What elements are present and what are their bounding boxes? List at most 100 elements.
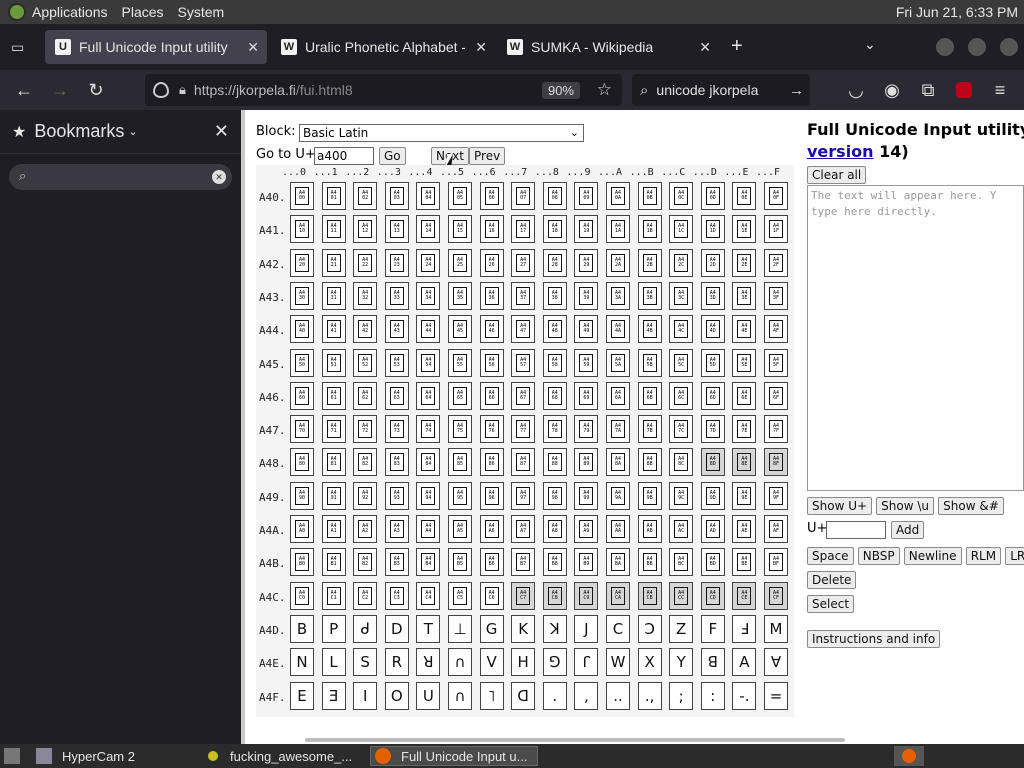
- char-cell-a4dd[interactable]: F: [700, 614, 725, 643]
- char-cell-a429[interactable]: A4 29: [574, 248, 599, 277]
- zoom-level-badge[interactable]: 90%: [541, 81, 580, 99]
- nbsp-button[interactable]: NBSP: [857, 547, 900, 565]
- char-cell-a43a[interactable]: A4 3A: [606, 281, 630, 310]
- char-cell-a499[interactable]: A4 99: [574, 481, 599, 510]
- char-cell-a44c[interactable]: A4 4C: [669, 315, 694, 344]
- search-bar[interactable]: ⌕ unicode jkorpela →: [632, 74, 810, 106]
- char-cell-a48d[interactable]: A4 8D: [700, 448, 725, 477]
- char-cell-a460[interactable]: A4 60: [290, 381, 314, 410]
- char-cell-a4ac[interactable]: A4 AC: [669, 515, 694, 543]
- char-cell-a47f[interactable]: A4 7F: [764, 415, 788, 444]
- char-cell-a484[interactable]: A4 84: [416, 448, 441, 477]
- char-cell-a461[interactable]: A4 61: [321, 381, 346, 410]
- char-cell-a4a8[interactable]: A4 A8: [542, 515, 567, 543]
- char-cell-a49c[interactable]: A4 9C: [669, 481, 694, 510]
- space-button[interactable]: Space: [807, 547, 854, 565]
- char-cell-a44f[interactable]: A4 4F: [764, 315, 788, 344]
- char-cell-a462[interactable]: A4 62: [353, 381, 378, 410]
- forward-arrow-icon[interactable]: →: [48, 78, 72, 102]
- task-file[interactable]: fucking_awesome_...: [204, 746, 364, 766]
- close-sidebar-icon[interactable]: ✕: [214, 121, 229, 142]
- char-cell-a4bd[interactable]: A4 BD: [700, 548, 725, 577]
- char-cell-a43e[interactable]: A4 3E: [732, 281, 757, 310]
- char-cell-a4da[interactable]: C: [606, 614, 630, 643]
- char-cell-a4d8[interactable]: ꓘ: [542, 614, 567, 643]
- char-cell-a455[interactable]: A4 55: [448, 348, 472, 377]
- char-cell-a478[interactable]: A4 78: [542, 415, 567, 444]
- char-cell-a400[interactable]: A4 00: [290, 182, 314, 210]
- char-cell-a4c8[interactable]: A4 C8: [542, 581, 567, 610]
- char-cell-a45a[interactable]: A4 5A: [606, 348, 630, 377]
- char-cell-a441[interactable]: A4 41: [321, 315, 346, 344]
- char-cell-a40c[interactable]: A4 0C: [669, 182, 694, 210]
- char-cell-a45f[interactable]: A4 5F: [764, 348, 788, 377]
- char-cell-a41e[interactable]: A4 1E: [732, 215, 757, 244]
- char-cell-a49f[interactable]: A4 9F: [764, 481, 788, 510]
- char-cell-a4a5[interactable]: A4 A5: [448, 515, 472, 543]
- char-cell-a4b0[interactable]: A4 B0: [290, 548, 314, 577]
- extensions-puzzle-icon[interactable]: ⧉: [916, 78, 940, 102]
- char-cell-a449[interactable]: A4 49: [574, 315, 599, 344]
- char-cell-a4b4[interactable]: A4 B4: [416, 548, 441, 577]
- char-cell-a437[interactable]: A4 37: [511, 281, 536, 310]
- site-shield-icon[interactable]: [153, 82, 169, 98]
- char-cell-a413[interactable]: A4 13: [384, 215, 409, 244]
- char-cell-a4e5[interactable]: ∩: [448, 648, 472, 677]
- char-cell-a4af[interactable]: A4 AF: [764, 515, 788, 543]
- char-cell-a4d1[interactable]: P: [321, 614, 346, 643]
- char-cell-a497[interactable]: A4 97: [511, 481, 536, 510]
- char-cell-a44a[interactable]: A4 4A: [606, 315, 630, 344]
- char-cell-a4de[interactable]: Ⅎ: [732, 614, 757, 643]
- system-menu[interactable]: System: [178, 4, 225, 20]
- char-cell-a421[interactable]: A4 21: [321, 248, 346, 277]
- sidebar-title[interactable]: Bookmarks: [34, 121, 124, 142]
- char-cell-a4ed[interactable]: ꓭ: [700, 648, 725, 677]
- char-cell-a468[interactable]: A4 68: [542, 381, 567, 410]
- char-cell-a4d3[interactable]: D: [384, 614, 409, 643]
- char-cell-a488[interactable]: A4 88: [542, 448, 567, 477]
- char-cell-a469[interactable]: A4 69: [574, 381, 599, 410]
- char-cell-a451[interactable]: A4 51: [321, 348, 346, 377]
- char-cell-a480[interactable]: A4 80: [290, 448, 314, 477]
- char-cell-a40f[interactable]: A4 0F: [764, 182, 788, 210]
- char-cell-a436[interactable]: A4 36: [479, 281, 504, 310]
- char-cell-a4ad[interactable]: A4 AD: [700, 515, 725, 543]
- char-cell-a4f3[interactable]: O: [384, 681, 409, 710]
- char-cell-a42a[interactable]: A4 2A: [606, 248, 630, 277]
- char-cell-a4f8[interactable]: .: [542, 681, 567, 710]
- char-cell-a4ba[interactable]: A4 BA: [606, 548, 630, 577]
- hamburger-menu-icon[interactable]: ≡: [988, 78, 1012, 102]
- char-cell-a418[interactable]: A4 18: [542, 215, 567, 244]
- char-cell-a495[interactable]: A4 95: [448, 481, 472, 510]
- window-maximize-icon[interactable]: [968, 38, 986, 56]
- char-cell-a412[interactable]: A4 12: [353, 215, 378, 244]
- char-cell-a435[interactable]: A4 35: [448, 281, 472, 310]
- char-cell-a467[interactable]: A4 67: [511, 381, 536, 410]
- char-cell-a45c[interactable]: A4 5C: [669, 348, 694, 377]
- char-cell-a4b1[interactable]: A4 B1: [321, 548, 346, 577]
- char-cell-a4c2[interactable]: A4 C2: [353, 581, 378, 610]
- char-cell-a41d[interactable]: A4 1D: [700, 215, 725, 244]
- tab-full-unicode[interactable]: U Full Unicode Input utility ✕: [45, 30, 267, 64]
- char-cell-a406[interactable]: A4 06: [479, 182, 504, 210]
- char-cell-a4d7[interactable]: K: [511, 614, 536, 643]
- char-cell-a4f0[interactable]: E: [290, 681, 314, 710]
- char-cell-a4a4[interactable]: A4 A4: [416, 515, 441, 543]
- char-cell-a486[interactable]: A4 86: [479, 448, 504, 477]
- char-cell-a485[interactable]: A4 85: [448, 448, 472, 477]
- char-cell-a49e[interactable]: A4 9E: [732, 481, 757, 510]
- char-cell-a4b2[interactable]: A4 B2: [353, 548, 378, 577]
- char-cell-a4f9[interactable]: ,: [574, 681, 599, 710]
- char-cell-a4d5[interactable]: ⊥: [448, 614, 472, 643]
- char-cell-a4ea[interactable]: W: [606, 648, 630, 677]
- char-cell-a4ce[interactable]: A4 CE: [732, 581, 757, 610]
- char-cell-a44b[interactable]: A4 4B: [637, 315, 662, 344]
- show-backslash-u-button[interactable]: Show \u: [876, 497, 935, 515]
- char-cell-a4bf[interactable]: A4 BF: [764, 548, 788, 577]
- char-cell-a4d2[interactable]: ᑯ: [353, 614, 378, 643]
- char-cell-a409[interactable]: A4 09: [574, 182, 599, 210]
- reload-icon[interactable]: ↻: [84, 78, 108, 102]
- char-cell-a464[interactable]: A4 64: [416, 381, 441, 410]
- char-cell-a402[interactable]: A4 02: [353, 182, 378, 210]
- prev-button[interactable]: Prev: [469, 147, 506, 165]
